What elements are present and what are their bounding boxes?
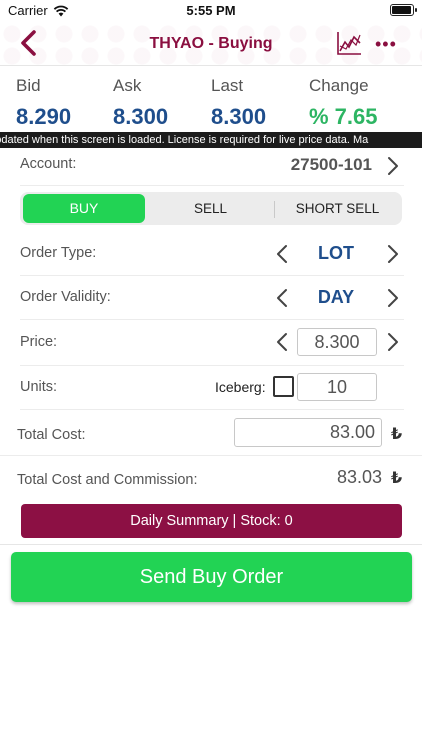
ticker-text: nly updated when this screen is loaded. … <box>0 134 369 146</box>
chevron-right-icon <box>388 245 398 263</box>
chevron-right-icon <box>388 333 398 351</box>
total-commission-label: Total Cost and Commission: <box>17 472 198 488</box>
nav-bar: THYAO - Buying ••• <box>0 22 422 66</box>
change-value: % 7.65 <box>309 104 378 129</box>
chevron-left-icon <box>277 289 287 307</box>
chevron-left-icon <box>277 333 287 351</box>
lira-icon: ₺ <box>391 426 403 443</box>
change-column: Change % 7.65 <box>309 76 378 130</box>
order-type-row: Order Type: LOT <box>20 232 404 276</box>
price-label: Price: <box>20 334 58 350</box>
bid-column: Bid 8.290 <box>16 76 71 130</box>
quote-header: Bid 8.290 Ask 8.300 Last 8.300 Change % … <box>0 66 422 132</box>
last-column: Last 8.300 <box>211 76 266 130</box>
battery-icon <box>390 4 417 16</box>
bid-value: 8.290 <box>16 104 72 129</box>
account-label: Account: <box>20 156 77 172</box>
order-type-label: Order Type: <box>20 245 97 261</box>
chevron-left-icon <box>277 245 287 263</box>
lira-icon: ₺ <box>391 470 403 487</box>
short-sell-segment[interactable]: SHORT SELL <box>275 194 400 223</box>
order-validity-next-button[interactable] <box>386 288 400 308</box>
total-cost-row: Total Cost: 83.00 ₺ <box>0 412 422 456</box>
account-value: 27500-101 <box>290 155 372 174</box>
order-validity-prev-button[interactable] <box>275 288 289 308</box>
disclaimer-ticker: nly updated when this screen is loaded. … <box>0 132 422 148</box>
iceberg-label: Iceberg: <box>215 379 266 395</box>
change-label: Change <box>309 76 369 95</box>
units-input[interactable]: 10 <box>297 373 377 401</box>
chart-button[interactable] <box>336 30 362 56</box>
price-increase-button[interactable] <box>386 332 400 352</box>
last-label: Last <box>211 76 244 95</box>
clock: 5:55 PM <box>186 3 236 18</box>
ask-label: Ask <box>113 76 142 95</box>
units-row: Units: Iceberg: 10 <box>20 366 404 410</box>
total-commission-value: 83.03 <box>336 467 382 487</box>
iceberg-checkbox[interactable] <box>273 376 294 397</box>
ask-value: 8.300 <box>113 104 169 129</box>
sell-segment[interactable]: SELL <box>148 194 273 223</box>
order-validity-row: Order Validity: DAY <box>20 276 404 320</box>
status-bar: Carrier 5:55 PM <box>0 0 422 22</box>
units-label: Units: <box>20 379 58 395</box>
price-input[interactable]: 8.300 <box>297 328 377 356</box>
chevron-right-icon <box>388 289 398 307</box>
buy-segment[interactable]: BUY <box>23 194 145 223</box>
price-row: Price: 8.300 <box>20 320 404 366</box>
order-validity-label: Order Validity: <box>20 289 111 305</box>
account-row[interactable]: Account: 27500-101 <box>20 148 404 186</box>
order-validity-value: DAY <box>317 287 355 307</box>
total-cost-label: Total Cost: <box>17 427 86 443</box>
daily-summary-button[interactable]: Daily Summary | Stock: 0 <box>21 504 402 538</box>
order-type-next-button[interactable] <box>386 244 400 264</box>
total-commission-row: Total Cost and Commission: 83.03 ₺ <box>0 456 422 500</box>
order-type-value: LOT <box>318 243 354 263</box>
order-type-prev-button[interactable] <box>275 244 289 264</box>
last-value: 8.300 <box>211 104 267 129</box>
divider <box>0 544 422 545</box>
order-side-segmented-control: BUY SELL SHORT SELL <box>20 192 402 225</box>
price-decrease-button[interactable] <box>275 332 289 352</box>
total-cost-input[interactable]: 83.00 <box>234 418 382 447</box>
chevron-right-icon[interactable] <box>386 156 400 176</box>
more-options-icon[interactable]: ••• <box>375 34 397 54</box>
bid-label: Bid <box>16 76 41 95</box>
send-buy-order-button[interactable]: Send Buy Order <box>11 552 412 602</box>
line-chart-icon <box>337 32 361 55</box>
ask-column: Ask 8.300 <box>113 76 168 130</box>
